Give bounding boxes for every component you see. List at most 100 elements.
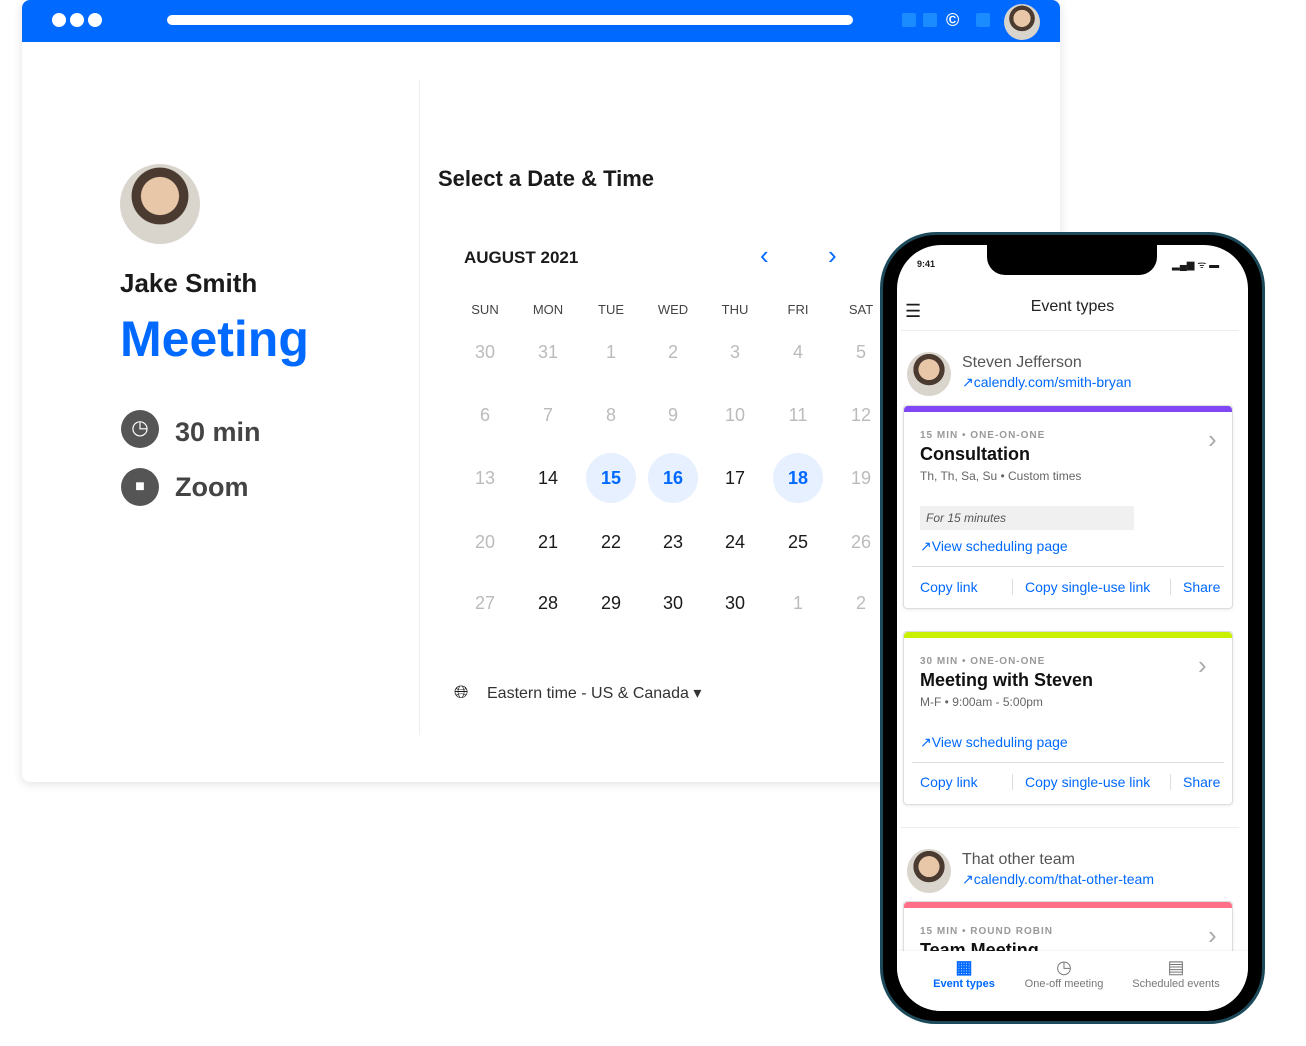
share-button[interactable]: Share	[1170, 579, 1220, 595]
chevron-right-icon[interactable]: ›	[1208, 424, 1217, 455]
view-scheduling-link[interactable]: ↗View scheduling page	[920, 734, 1068, 751]
host-avatar	[120, 164, 200, 244]
calendar-day[interactable]: 30	[648, 578, 698, 628]
browser-toolbar: ©	[22, 0, 1060, 42]
share-button[interactable]: Share	[1170, 774, 1220, 790]
calendar-day: 12	[850, 405, 872, 425]
copy-single-use-link-button[interactable]: Copy single-use link	[1012, 579, 1150, 595]
team-link-text: calendly.com/that-other-team	[973, 871, 1154, 887]
team-link[interactable]: ↗calendly.com/that-other-team	[962, 871, 1154, 888]
event-card-meeting[interactable]: 30 MIN • ONE-ON-ONE Meeting with Steven …	[903, 631, 1233, 805]
calendar-day: 27	[474, 593, 496, 613]
event-title: Consultation	[920, 444, 1030, 464]
event-note: For 15 minutes	[920, 506, 1134, 530]
copy-single-use-link-button[interactable]: Copy single-use link	[1012, 774, 1150, 790]
extension-icon[interactable]	[923, 13, 937, 27]
event-schedule: Th, Th, Sa, Su • Custom times	[920, 469, 1082, 483]
calendar-day[interactable]: 21	[523, 517, 573, 567]
extension-icon[interactable]	[976, 13, 990, 27]
team-name: That other team	[962, 851, 1075, 868]
calendar-day[interactable]: 17	[710, 453, 760, 503]
weekday-header: TUE	[598, 302, 624, 317]
extension-icon[interactable]	[902, 13, 916, 27]
nav-scheduled-events[interactable]: ▤ Scheduled events	[1121, 957, 1231, 990]
calendar-day: 11	[788, 405, 808, 425]
calendar-day[interactable]: 15	[586, 453, 636, 503]
weekday-header: THU	[721, 302, 749, 317]
window-dot	[52, 13, 66, 27]
calendar-day: 9	[667, 405, 678, 425]
location: Zoom	[175, 472, 249, 502]
chevron-right-icon[interactable]: ›	[1198, 650, 1207, 681]
color-stripe	[904, 632, 1232, 638]
phone-frame: 9:41 ▂▄▆ ᯤ ▬ ☰ Event types Steven Jeffer…	[880, 232, 1265, 1024]
calendar-day: 1	[792, 593, 803, 613]
calendar-day: 5	[855, 342, 866, 362]
video-camera-icon: ■	[121, 468, 159, 506]
view-scheduling-link[interactable]: ↗View scheduling page	[920, 538, 1068, 555]
calendar-day: 19	[850, 468, 872, 488]
divider	[912, 566, 1224, 567]
status-time: 9:41	[917, 259, 936, 269]
event-name: Meeting	[120, 311, 309, 367]
divider	[901, 330, 1239, 331]
copy-link-button[interactable]: Copy link	[920, 579, 978, 595]
event-meta: 15 MIN • ROUND ROBIN	[920, 926, 1053, 937]
calendar-day[interactable]: 25	[773, 517, 823, 567]
divider	[912, 762, 1224, 763]
notch	[987, 245, 1157, 275]
user-avatar[interactable]	[1004, 4, 1040, 40]
user-link[interactable]: ↗calendly.com/smith-bryan	[962, 374, 1131, 391]
clock-icon: ◷	[1056, 957, 1072, 977]
user-link-text: calendly.com/smith-bryan	[973, 374, 1132, 390]
team-avatar	[907, 849, 951, 893]
calendar-day[interactable]: 29	[586, 578, 636, 628]
screen-title: Event types	[1030, 298, 1115, 315]
calendar-day: 13	[474, 468, 496, 488]
calendar-day: 2	[855, 593, 866, 613]
calendar-title: Select a Date & Time	[438, 166, 655, 191]
calendar-day[interactable]: 23	[648, 517, 698, 567]
event-card-consultation[interactable]: 15 MIN • ONE-ON-ONE Consultation Th, Th,…	[903, 405, 1233, 609]
calendar-day: 3	[729, 342, 740, 362]
calendar-day[interactable]: 30	[710, 578, 760, 628]
chevron-right-icon[interactable]: ›	[1208, 920, 1217, 951]
calendar-day: 20	[474, 532, 496, 552]
calendar-day: 31	[537, 342, 559, 362]
calendar-day[interactable]: 16	[648, 453, 698, 503]
calendar-day[interactable]: 24	[710, 517, 760, 567]
address-bar[interactable]	[167, 15, 853, 25]
calendar-icon: ▤	[1167, 957, 1185, 977]
calendar-day[interactable]: 22	[586, 517, 636, 567]
nav-one-off-meeting[interactable]: ◷ One-off meeting	[1009, 957, 1119, 990]
nav-label: One-off meeting	[1024, 978, 1104, 990]
copy-link-button[interactable]: Copy link	[920, 774, 978, 790]
view-link-text: View scheduling page	[931, 538, 1068, 554]
caret-down-icon: ▾	[693, 685, 702, 702]
calendar-day: 2	[667, 342, 678, 362]
calendar-day: 8	[605, 405, 616, 425]
timezone-label: Eastern time - US & Canada	[487, 685, 689, 702]
nav-label: Scheduled events	[1132, 978, 1220, 990]
clock-icon: ◷	[121, 410, 159, 448]
event-meta: 15 MIN • ONE-ON-ONE	[920, 430, 1046, 441]
calendar-day: 7	[542, 405, 553, 425]
user-name: Steven Jefferson	[962, 354, 1082, 371]
event-title: Meeting with Steven	[920, 670, 1094, 690]
calendar-day[interactable]: 28	[523, 578, 573, 628]
nav-event-types[interactable]: ▦ Event types	[909, 957, 1019, 990]
next-month-button[interactable]: ›	[828, 240, 837, 271]
weekday-header: WED	[657, 302, 689, 317]
calendar-day: 10	[724, 405, 746, 425]
status-icons: ▂▄▆ ᯤ ▬	[1172, 260, 1220, 271]
calendar-day[interactable]: 14	[523, 453, 573, 503]
window-dot	[88, 13, 102, 27]
grid-icon: ▦	[955, 957, 973, 977]
prev-month-button[interactable]: ‹	[760, 240, 769, 271]
user-avatar	[907, 352, 951, 396]
calendar-day[interactable]: 18	[773, 453, 823, 503]
timezone-select[interactable]: Eastern time - US & Canada ▾	[487, 683, 701, 703]
calendly-logo-icon[interactable]: ©	[946, 10, 959, 31]
weekday-header: FRI	[787, 302, 809, 317]
color-stripe	[904, 406, 1232, 412]
